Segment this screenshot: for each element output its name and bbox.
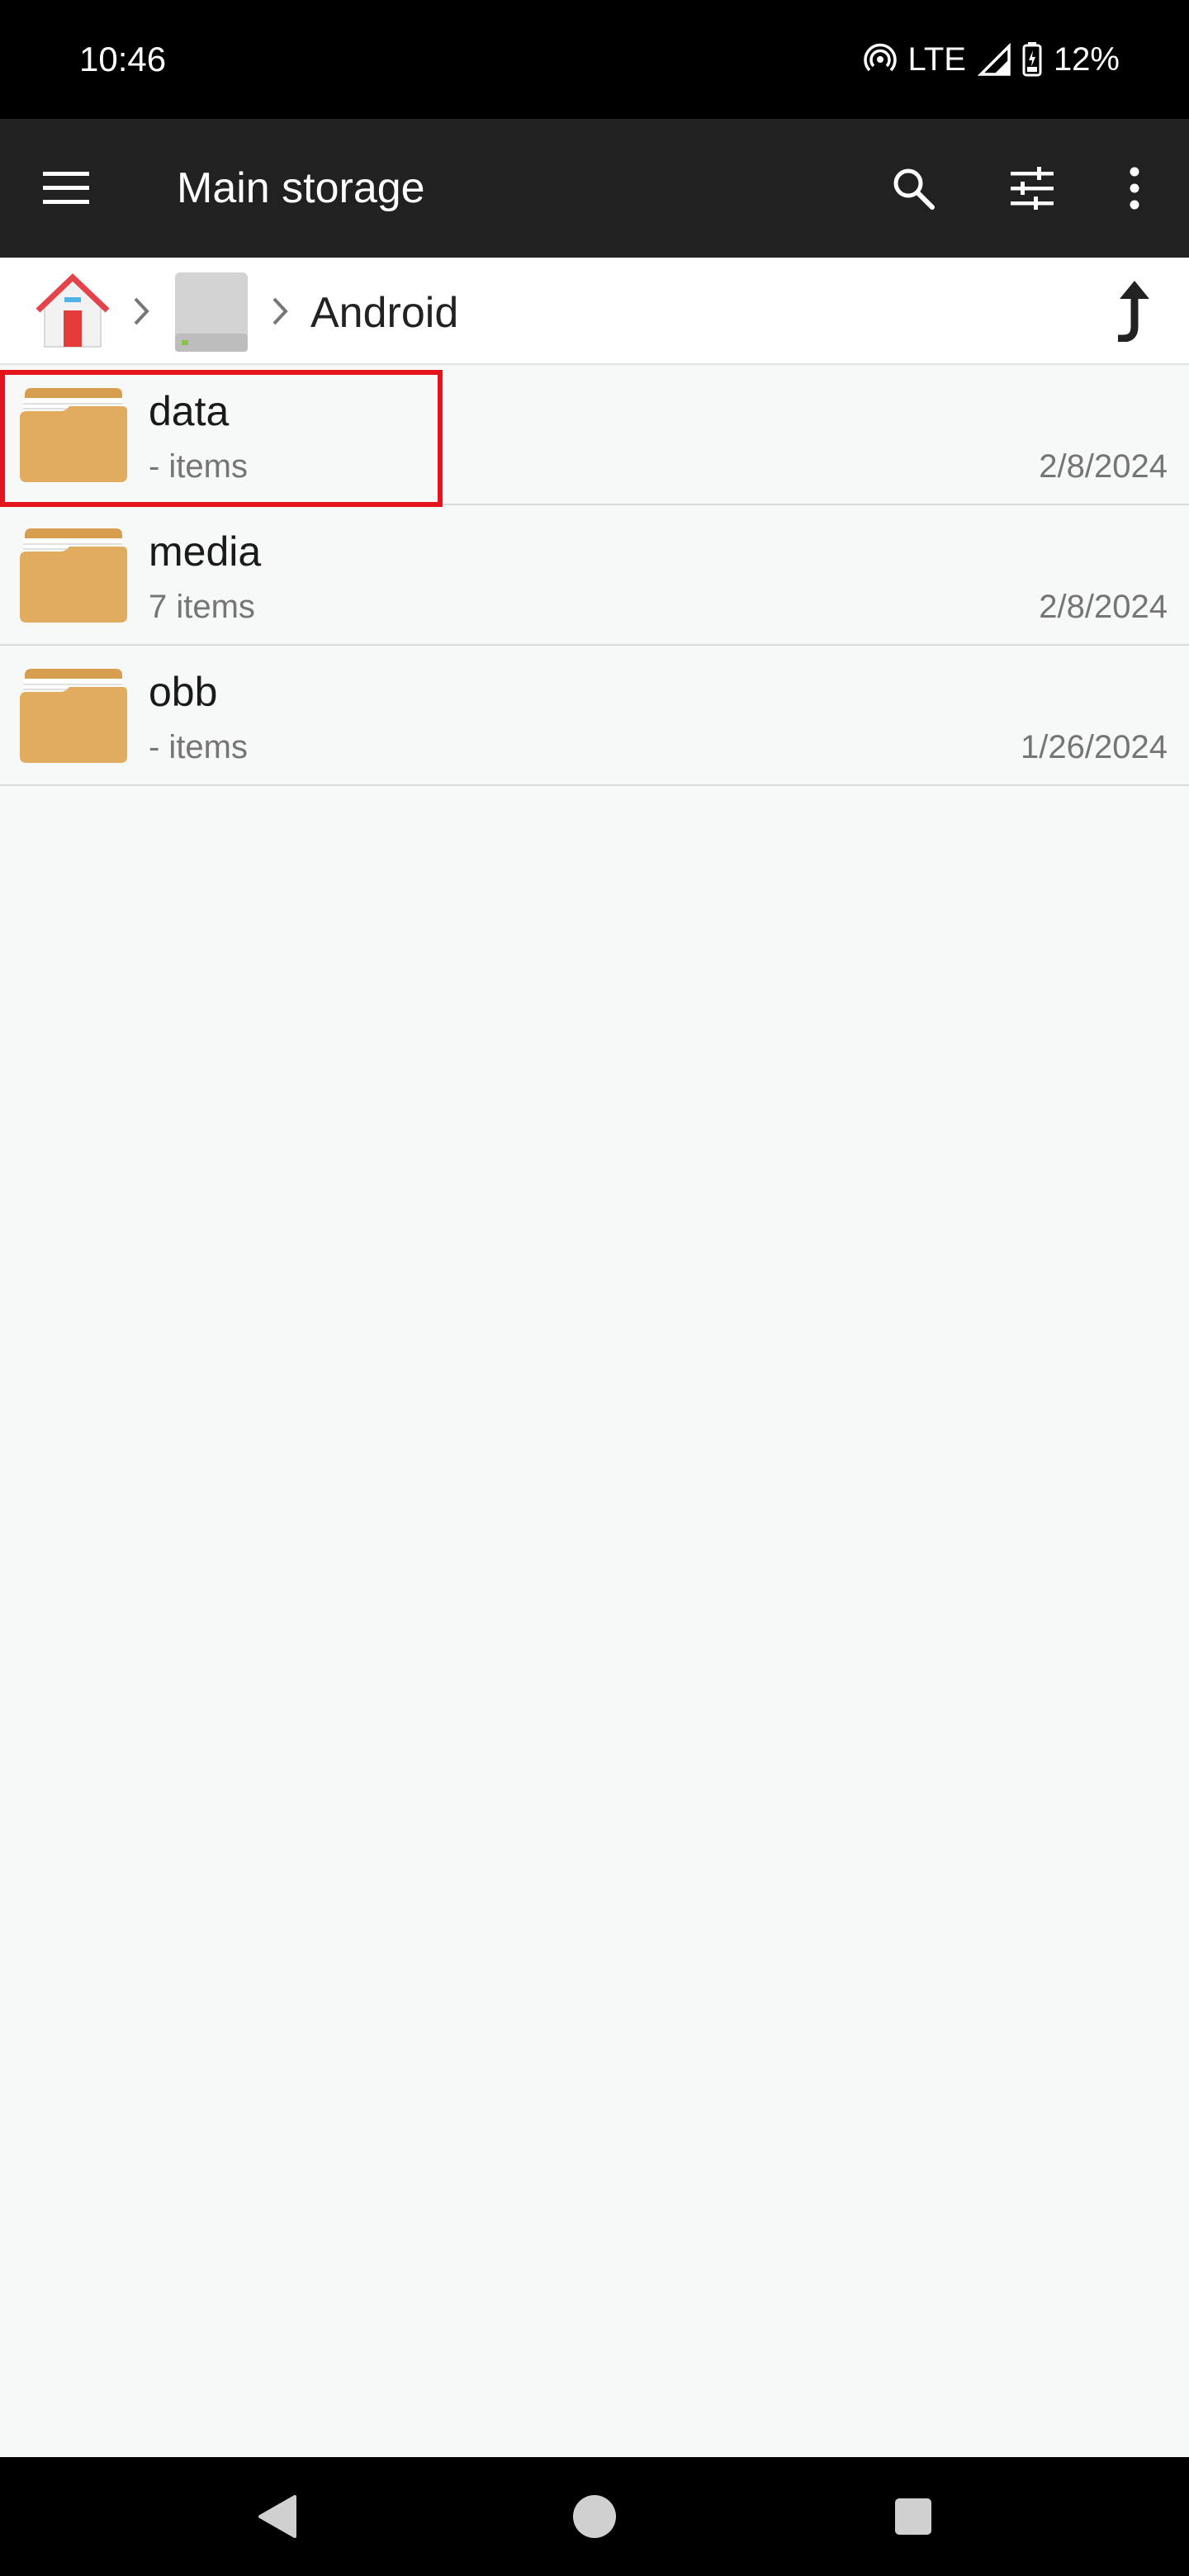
- list-item-data[interactable]: data - items 2/8/2024: [0, 365, 1189, 505]
- search-button[interactable]: [882, 157, 945, 220]
- modified-date: 2/8/2024: [1039, 589, 1168, 625]
- filter-icon: [1011, 167, 1054, 210]
- item-count: - items: [149, 729, 248, 765]
- file-name: obb: [149, 669, 218, 715]
- up-directory-button[interactable]: [1100, 276, 1166, 347]
- recents-button[interactable]: [883, 2487, 943, 2546]
- folder-icon: [20, 528, 127, 623]
- status-indicators: LTE 12%: [863, 36, 1120, 83]
- item-count: - items: [149, 448, 248, 485]
- more-options-button[interactable]: [1103, 157, 1166, 220]
- list-item-obb[interactable]: obb - items 1/26/2024: [0, 646, 1189, 786]
- file-name: media: [149, 528, 262, 575]
- folder-icon: [20, 669, 127, 763]
- back-button[interactable]: [248, 2487, 307, 2546]
- app-bar: Main storage: [0, 119, 1189, 258]
- chevron-right-icon: [134, 297, 149, 325]
- back-icon: [258, 2495, 296, 2538]
- status-bar: 10:46 LTE 12%: [0, 0, 1189, 119]
- network-type: LTE: [907, 40, 966, 78]
- home-icon: [36, 273, 110, 348]
- signal-icon: [977, 43, 1011, 76]
- chevron-right-icon: [272, 297, 288, 325]
- file-name: data: [149, 388, 230, 434]
- hotspot-icon: [863, 43, 897, 76]
- folder-icon: [20, 388, 127, 482]
- list-item-media[interactable]: media 7 items 2/8/2024: [0, 505, 1189, 646]
- page-title: Main storage: [177, 164, 425, 212]
- breadcrumb-drive[interactable]: [172, 271, 251, 353]
- home-circle-icon: [573, 2495, 616, 2538]
- more-vert-icon: [1130, 167, 1139, 210]
- battery-level: 12%: [1053, 40, 1120, 78]
- menu-icon: [43, 172, 89, 204]
- breadcrumb-current[interactable]: Android: [310, 287, 458, 339]
- file-list: data - items 2/8/2024 media 7 items 2/8/…: [0, 365, 1189, 786]
- up-arrow-icon: [1118, 281, 1149, 342]
- breadcrumb: Android: [0, 258, 1189, 365]
- item-count: 7 items: [149, 589, 255, 625]
- battery-icon: [1022, 42, 1042, 77]
- modified-date: 1/26/2024: [1021, 729, 1168, 765]
- status-time: 10:46: [79, 40, 167, 78]
- modified-date: 2/8/2024: [1039, 448, 1168, 485]
- search-icon: [893, 168, 935, 210]
- home-button[interactable]: [565, 2487, 624, 2546]
- breadcrumb-home[interactable]: [33, 271, 112, 353]
- drive-icon: [175, 272, 248, 352]
- system-nav-bar: [0, 2457, 1189, 2576]
- recents-icon: [895, 2498, 931, 2535]
- menu-button[interactable]: [35, 157, 97, 220]
- filter-button[interactable]: [1001, 157, 1063, 220]
